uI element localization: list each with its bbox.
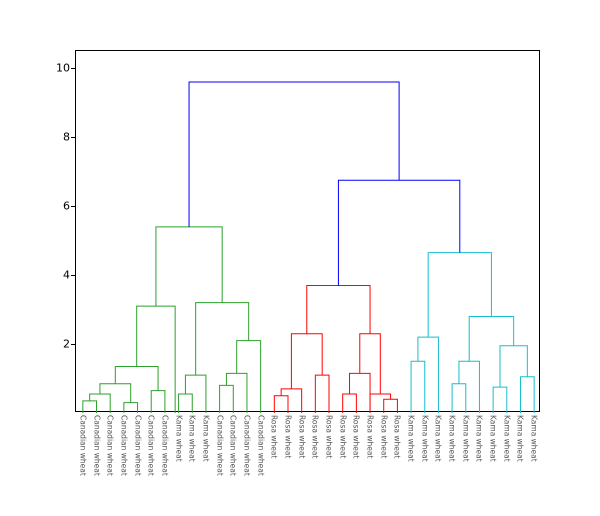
dendro-link xyxy=(307,285,370,333)
dendro-link xyxy=(520,377,534,413)
dendro-link xyxy=(428,253,491,337)
leaf-label: Canadian wheat xyxy=(106,411,115,476)
dendro-link xyxy=(220,385,234,413)
leaf-label: Rosa wheat xyxy=(352,411,361,458)
leaf-label: Rosa wheat xyxy=(270,411,279,458)
dendro-link xyxy=(459,361,480,413)
leaf-label: Kama wheat xyxy=(174,411,183,462)
dendro-link xyxy=(418,337,439,413)
leaf-label: Canadian wheat xyxy=(119,411,128,476)
dendro-link xyxy=(100,384,131,403)
dendro-link xyxy=(237,341,261,413)
leaf-label: Rosa wheat xyxy=(366,411,375,458)
leaf-label: Rosa wheat xyxy=(283,411,292,458)
dendro-link xyxy=(281,389,302,413)
dendro-link xyxy=(137,306,175,413)
dendro-link xyxy=(196,303,249,375)
dendro-link xyxy=(315,375,329,413)
leaf-label: Canadian wheat xyxy=(133,411,142,476)
leaf-label: Rosa wheat xyxy=(325,411,334,458)
leaf-label: Canadian wheat xyxy=(242,411,251,476)
leaf-label: Kama wheat xyxy=(434,411,443,462)
leaf-label: Canadian wheat xyxy=(229,411,238,476)
dendro-link xyxy=(493,387,507,413)
leaf-label: Kama wheat xyxy=(530,411,539,462)
leaf-label: Rosa wheat xyxy=(311,411,320,458)
dendro-link xyxy=(189,82,399,227)
dendro-link xyxy=(452,384,466,413)
dendro-link xyxy=(500,346,527,387)
dendro-link xyxy=(469,316,513,361)
dendro-link xyxy=(291,334,322,389)
dendro-link xyxy=(151,391,165,413)
leaf-label: Rosa wheat xyxy=(297,411,306,458)
leaf-label: Kama wheat xyxy=(420,411,429,462)
leaf-label: Canadian wheat xyxy=(78,411,87,476)
dendro-link xyxy=(156,227,222,306)
leaf-label: Rosa wheat xyxy=(393,411,402,458)
leaf-label: Kama wheat xyxy=(461,411,470,462)
dendro-link xyxy=(226,373,247,413)
dendrogram xyxy=(76,51,541,413)
dendro-link xyxy=(350,373,371,413)
dendro-link xyxy=(115,366,158,390)
ytick-label: 10 xyxy=(56,62,76,75)
leaf-label: Kama wheat xyxy=(448,411,457,462)
leaf-label: Kama wheat xyxy=(489,411,498,462)
leaf-label: Canadian wheat xyxy=(92,411,101,476)
ytick-label: 4 xyxy=(63,269,76,282)
leaf-label: Kama wheat xyxy=(475,411,484,462)
leaf-label: Canadian wheat xyxy=(147,411,156,476)
leaf-label: Canadian wheat xyxy=(256,411,265,476)
plot-axes: 246810Canadian wheatCanadian wheatCanadi… xyxy=(75,50,540,412)
ytick-label: 2 xyxy=(63,338,76,351)
leaf-label: Rosa wheat xyxy=(338,411,347,458)
ytick-label: 6 xyxy=(63,200,76,213)
leaf-label: Kama wheat xyxy=(407,411,416,462)
leaf-label: Kama wheat xyxy=(188,411,197,462)
leaf-label: Kama wheat xyxy=(502,411,511,462)
leaf-label: Kama wheat xyxy=(516,411,525,462)
leaf-label: Rosa wheat xyxy=(379,411,388,458)
leaf-label: Kama wheat xyxy=(201,411,210,462)
dendro-link xyxy=(338,180,459,285)
ytick-label: 8 xyxy=(63,131,76,144)
leaf-label: Canadian wheat xyxy=(215,411,224,476)
dendro-link xyxy=(411,361,425,413)
leaf-label: Canadian wheat xyxy=(160,411,169,476)
